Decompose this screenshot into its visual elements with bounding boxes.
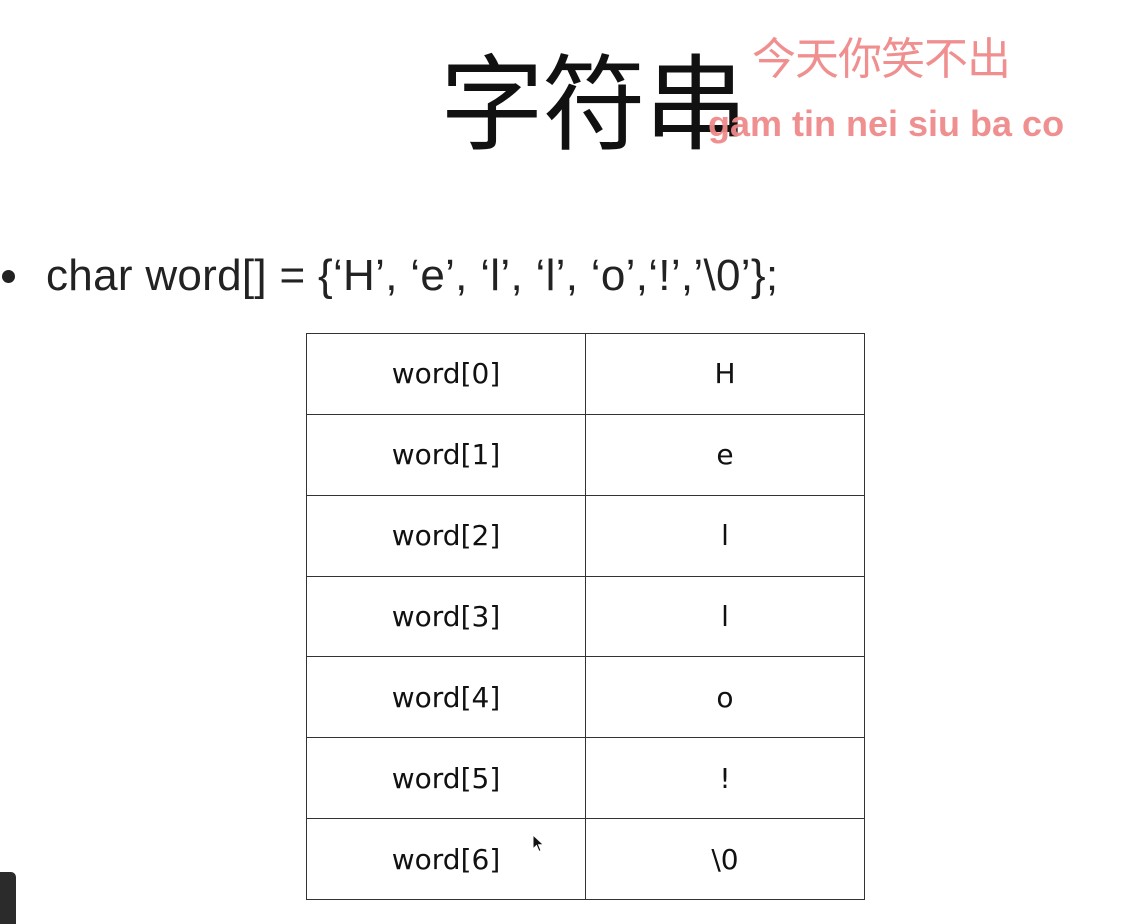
table-row: word[5] !	[306, 737, 865, 820]
table-row: word[2] l	[306, 494, 865, 577]
value-cell: H	[585, 333, 865, 415]
value-cell: l	[585, 575, 865, 658]
index-cell: word[5]	[306, 737, 586, 820]
index-cell: word[1]	[306, 413, 586, 496]
bullet-item: char word[] = {‘H’, ‘e’, ‘l’, ‘l’, ‘o’,‘…	[0, 246, 778, 306]
table-row: word[4] o	[306, 656, 865, 739]
table-row: word[6] \0	[306, 818, 865, 900]
value-cell: e	[585, 413, 865, 496]
table-row: word[3] l	[306, 575, 865, 658]
table-row: word[0] H	[306, 333, 865, 415]
subtitle-chinese: 今天你笑不出	[752, 34, 1011, 85]
slide: 字符串 今天你笑不出 gam tin nei siu ba co char wo…	[0, 0, 1135, 924]
dock-edge-tab[interactable]	[0, 872, 16, 924]
index-cell: word[4]	[306, 656, 586, 739]
index-cell: word[6]	[306, 818, 586, 900]
index-cell: word[2]	[306, 494, 586, 577]
index-cell: word[3]	[306, 575, 586, 658]
char-array-table: word[0] H word[1] e word[2] l word[3] l …	[306, 333, 865, 900]
bullet-code-text: char word[] = {‘H’, ‘e’, ‘l’, ‘l’, ‘o’,‘…	[46, 251, 779, 300]
value-cell: o	[585, 656, 865, 739]
value-cell: l	[585, 494, 865, 577]
bullet-dot-icon	[2, 269, 15, 283]
index-cell: word[0]	[306, 333, 586, 415]
table-row: word[1] e	[306, 413, 865, 496]
subtitle-romanization: gam tin nei siu ba co	[708, 103, 1065, 144]
value-cell: !	[585, 737, 865, 820]
mouse-pointer-icon	[532, 834, 545, 853]
value-cell: \0	[585, 818, 865, 900]
